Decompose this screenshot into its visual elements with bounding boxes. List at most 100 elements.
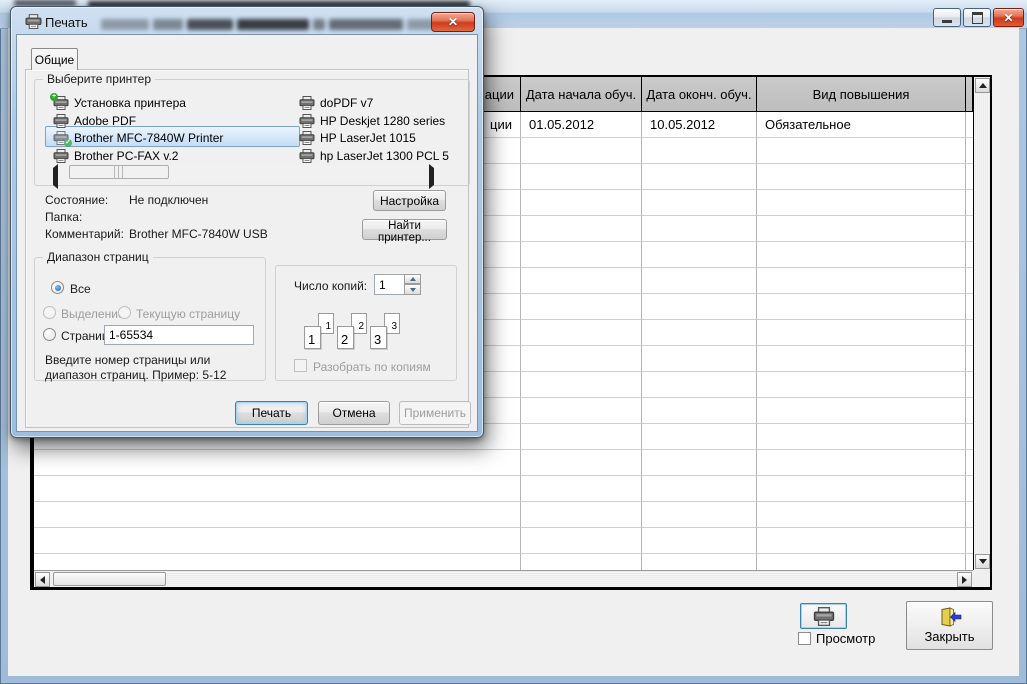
add-printer-icon: + (50, 93, 69, 110)
table-cell (757, 372, 966, 398)
redacted-text (101, 19, 149, 30)
close-button[interactable]: ✕ (993, 8, 1024, 27)
printer-item-label: HP Deskjet 1280 series (320, 114, 446, 128)
table-row[interactable] (34, 476, 973, 502)
maximize-button[interactable] (963, 8, 991, 27)
radio-pages[interactable] (43, 328, 56, 341)
scroll-left-button[interactable] (35, 572, 50, 587)
radio-all-pages[interactable] (51, 281, 64, 294)
collate-pages-icon: 1 1 (304, 313, 334, 349)
table-cell (757, 450, 966, 476)
page-range-group-label: Диапазон страниц (43, 250, 153, 264)
arrow-up-icon (409, 277, 416, 281)
stepper-down-button[interactable] (404, 284, 421, 295)
radio-current-page[interactable] (118, 306, 131, 319)
table-cell (757, 190, 966, 216)
printer-list-scrollbar[interactable] (49, 164, 438, 189)
dialog-title: Печать (45, 15, 88, 30)
column-header[interactable]: Вид повышения (757, 77, 966, 112)
collate-pages-icon: 2 2 (337, 313, 367, 349)
table-cell (521, 554, 642, 570)
table-cell (757, 424, 966, 450)
table-cell (521, 164, 642, 190)
minimize-button[interactable] (933, 8, 961, 27)
table-cell (642, 216, 757, 242)
printer-item[interactable]: HP LaserJet 1015 (299, 129, 416, 147)
column-header[interactable]: Дата начала обуч. (521, 77, 642, 112)
dialog-close-button[interactable]: ✕ (431, 12, 475, 32)
printer-item-label: hp LaserJet 1300 PCL 5 (320, 149, 449, 163)
cancel-button[interactable]: Отмена (318, 401, 390, 425)
table-cell (642, 502, 757, 528)
scroll-up-button[interactable] (975, 78, 990, 93)
printer-group-label: Выберите принтер (43, 72, 155, 86)
table-cell (642, 242, 757, 268)
find-printer-button[interactable]: Найти принтер... (362, 219, 447, 244)
table-cell (521, 138, 642, 164)
table-cell (966, 476, 973, 502)
stepper-up-button[interactable] (404, 274, 421, 284)
printer-item[interactable]: Brother PC-FAX v.2 (53, 147, 178, 165)
default-printer-icon: ✓ (53, 131, 72, 147)
arrow-left-icon[interactable] (53, 164, 58, 189)
printer-icon (53, 114, 69, 128)
table-cell (521, 216, 642, 242)
printer-item[interactable]: Adobe PDF (53, 112, 136, 130)
printer-list-scrollbar-thumb[interactable] (69, 165, 169, 179)
scroll-right-button[interactable] (957, 572, 972, 587)
table-cell (521, 242, 642, 268)
printer-item-selected[interactable]: ✓ Brother MFC-7840W Printer (53, 129, 223, 147)
collate-pages-icon: 3 3 (370, 313, 400, 349)
table-cell (642, 294, 757, 320)
radio-selection[interactable] (43, 306, 56, 319)
horizontal-scrollbar-thumb[interactable] (53, 572, 166, 586)
redacted-text (187, 19, 233, 30)
column-header[interactable]: Дата оконч. обуч. (642, 77, 757, 112)
printer-item-label: Adobe PDF (74, 114, 137, 128)
print-button[interactable]: Печать (235, 401, 308, 425)
comment-value: Brother MFC-7840W USB (129, 227, 268, 241)
comment-label: Комментарий: (45, 227, 124, 241)
radio-current-label: Текущую страницу (136, 307, 241, 321)
apply-button[interactable]: Применить (399, 401, 471, 425)
table-row[interactable] (34, 450, 973, 476)
redacted-text (329, 19, 403, 30)
table-cell (34, 450, 521, 476)
table-cell (642, 424, 757, 450)
preview-checkbox-row: Просмотр (798, 631, 875, 646)
redacted-text (237, 19, 309, 30)
table-cell (642, 320, 757, 346)
status-value: Не подключен (129, 193, 209, 207)
table-cell (521, 294, 642, 320)
scroll-down-button[interactable] (975, 554, 990, 569)
copies-stepper[interactable] (404, 274, 421, 295)
table-row[interactable] (34, 554, 973, 570)
table-cell (642, 398, 757, 424)
close-form-button[interactable]: Закрыть (906, 601, 993, 650)
vertical-scrollbar[interactable] (973, 77, 990, 570)
preview-checkbox[interactable] (798, 632, 811, 645)
tab-general[interactable]: Общие (31, 48, 78, 70)
printer-item-add[interactable]: + Установка принтера (50, 93, 186, 112)
printer-icon (53, 149, 69, 163)
table-cell (521, 190, 642, 216)
pages-range-input[interactable] (104, 325, 254, 345)
table-cell (966, 372, 973, 398)
table-row[interactable] (34, 528, 973, 554)
printer-icon (25, 14, 42, 29)
table-cell (757, 164, 966, 190)
close-icon: ✕ (1003, 10, 1014, 25)
arrow-right-icon[interactable] (429, 164, 434, 189)
table-row[interactable] (34, 502, 973, 528)
printer-item[interactable]: hp LaserJet 1300 PCL 5 (299, 147, 449, 165)
settings-button[interactable]: Настройка (373, 190, 446, 211)
printer-icon (299, 96, 315, 110)
collate-checkbox[interactable] (294, 359, 307, 372)
table-cell (642, 268, 757, 294)
printer-item[interactable]: HP Deskjet 1280 series (299, 112, 445, 130)
horizontal-scrollbar[interactable] (34, 570, 973, 587)
arrow-down-icon (978, 559, 987, 564)
printer-item[interactable]: doPDF v7 (299, 94, 373, 112)
print-preview-button[interactable] (800, 603, 847, 629)
copies-input[interactable] (374, 274, 405, 295)
